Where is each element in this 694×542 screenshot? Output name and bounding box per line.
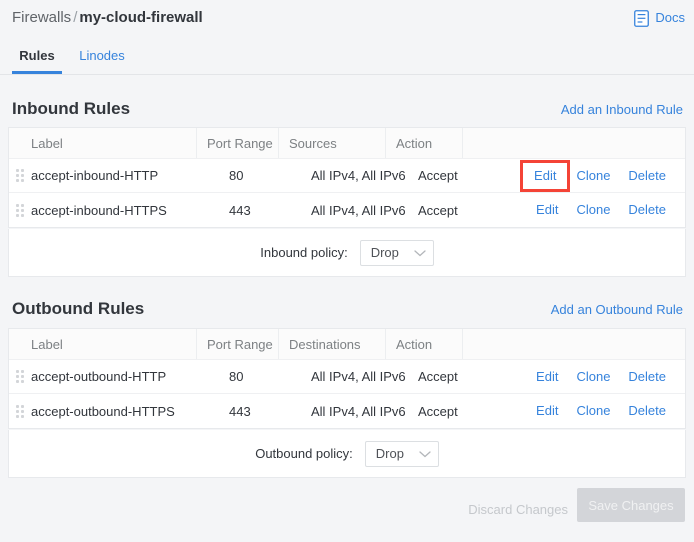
tab-rules[interactable]: Rules [12,42,62,74]
tab-rules-label: Rules [19,48,54,63]
outbound-policy-value: Drop [376,446,404,461]
edit-rule-button[interactable]: Edit [523,163,567,189]
table-row[interactable]: accept-inbound-HTTP 80 All IPv4, All IPv… [9,159,685,193]
inbound-policy-value: Drop [371,245,399,260]
rule-action: Accept [408,394,485,428]
outbound-table-header: Label Port Range Destinations Action [9,329,685,360]
chevron-down-icon [419,446,431,461]
outbound-rules-title: Outbound Rules [12,298,144,320]
rule-port-range: 443 [219,193,301,227]
inbound-table-header: Label Port Range Sources Action [9,128,685,159]
outbound-section-header: Outbound Rules Add an Outbound Rule [0,298,694,324]
rule-action: Accept [408,159,485,192]
column-header-action: Action [386,329,463,359]
inbound-policy-label: Inbound policy: [260,244,347,262]
delete-rule-button[interactable]: Delete [619,366,675,388]
drag-handle-icon[interactable] [9,193,31,227]
rule-action: Accept [408,193,485,227]
rule-label: accept-inbound-HTTP [31,159,219,192]
rule-sources: All IPv4, All IPv6 [301,159,408,192]
rule-sources: All IPv4, All IPv6 [301,193,408,227]
clone-rule-button[interactable]: Clone [567,165,619,187]
tab-linodes[interactable]: Linodes [72,42,132,74]
column-header-operations [463,329,685,359]
rule-operations: Edit Clone Delete [485,360,685,393]
tab-linodes-label: Linodes [79,48,125,63]
inbound-policy-select[interactable]: Drop [360,240,434,266]
inbound-rules-table: Label Port Range Sources Action accept-i… [8,127,686,228]
docs-link[interactable]: Docs [634,9,685,27]
column-header-label: Label [9,128,197,158]
edit-rule-button[interactable]: Edit [527,400,567,422]
table-row[interactable]: accept-outbound-HTTP 80 All IPv4, All IP… [9,360,685,394]
save-changes-button[interactable]: Save Changes [577,488,685,522]
column-header-destinations: Destinations [279,329,386,359]
table-row[interactable]: accept-inbound-HTTPS 443 All IPv4, All I… [9,193,685,227]
drag-handle-icon[interactable] [9,394,31,428]
breadcrumb: Firewalls/my-cloud-firewall [12,8,203,28]
rule-destinations: All IPv4, All IPv6 [301,394,408,428]
rule-port-range: 80 [219,159,301,192]
edit-rule-button[interactable]: Edit [527,199,567,221]
docs-label: Docs [655,9,685,27]
rule-label: accept-outbound-HTTPS [31,394,219,428]
outbound-policy-row: Outbound policy: Drop [9,430,685,477]
rule-action: Accept [408,360,485,393]
discard-changes-button[interactable]: Discard Changes [462,494,574,524]
drag-handle-icon[interactable] [9,159,31,192]
document-icon [634,10,649,27]
inbound-policy-panel: Inbound policy: Drop [8,229,686,277]
tab-bar: Rules Linodes [0,42,694,75]
rule-operations: Edit Clone Delete [485,394,685,428]
delete-rule-button[interactable]: Delete [619,165,675,187]
breadcrumb-firewalls-link[interactable]: Firewalls [12,9,71,26]
add-inbound-rule-button[interactable]: Add an Inbound Rule [561,101,683,119]
rule-destinations: All IPv4, All IPv6 [301,360,408,393]
column-header-port-range: Port Range [197,128,279,158]
rule-label: accept-outbound-HTTP [31,360,219,393]
delete-rule-button[interactable]: Delete [619,400,675,422]
column-header-port-range: Port Range [197,329,279,359]
clone-rule-button[interactable]: Clone [567,366,619,388]
delete-rule-button[interactable]: Delete [619,199,675,221]
chevron-down-icon [414,245,426,260]
add-outbound-rule-button[interactable]: Add an Outbound Rule [551,301,683,319]
column-header-sources: Sources [279,128,386,158]
rule-operations: Edit Clone Delete [485,193,685,227]
outbound-rules-table: Label Port Range Destinations Action acc… [8,328,686,429]
page-title: my-cloud-firewall [79,9,202,26]
column-header-operations [463,128,685,158]
rule-operations: Edit Clone Delete [485,159,685,192]
outbound-policy-label: Outbound policy: [255,445,353,463]
edit-rule-button[interactable]: Edit [527,366,567,388]
firewall-rules-page: Firewalls/my-cloud-firewall Docs Rules L… [0,0,694,542]
inbound-policy-row: Inbound policy: Drop [9,229,685,276]
clone-rule-button[interactable]: Clone [567,400,619,422]
outbound-policy-select[interactable]: Drop [365,441,439,467]
page-header: Firewalls/my-cloud-firewall Docs [0,0,694,38]
table-row[interactable]: accept-outbound-HTTPS 443 All IPv4, All … [9,394,685,428]
clone-rule-button[interactable]: Clone [567,199,619,221]
drag-handle-icon[interactable] [9,360,31,393]
rule-port-range: 80 [219,360,301,393]
outbound-policy-panel: Outbound policy: Drop [8,430,686,478]
inbound-section-header: Inbound Rules Add an Inbound Rule [0,98,694,124]
rule-label: accept-inbound-HTTPS [31,193,219,227]
inbound-rules-title: Inbound Rules [12,98,130,120]
action-footer: Discard Changes Save Changes [0,482,694,542]
column-header-label: Label [9,329,197,359]
rule-port-range: 443 [219,394,301,428]
column-header-action: Action [386,128,463,158]
